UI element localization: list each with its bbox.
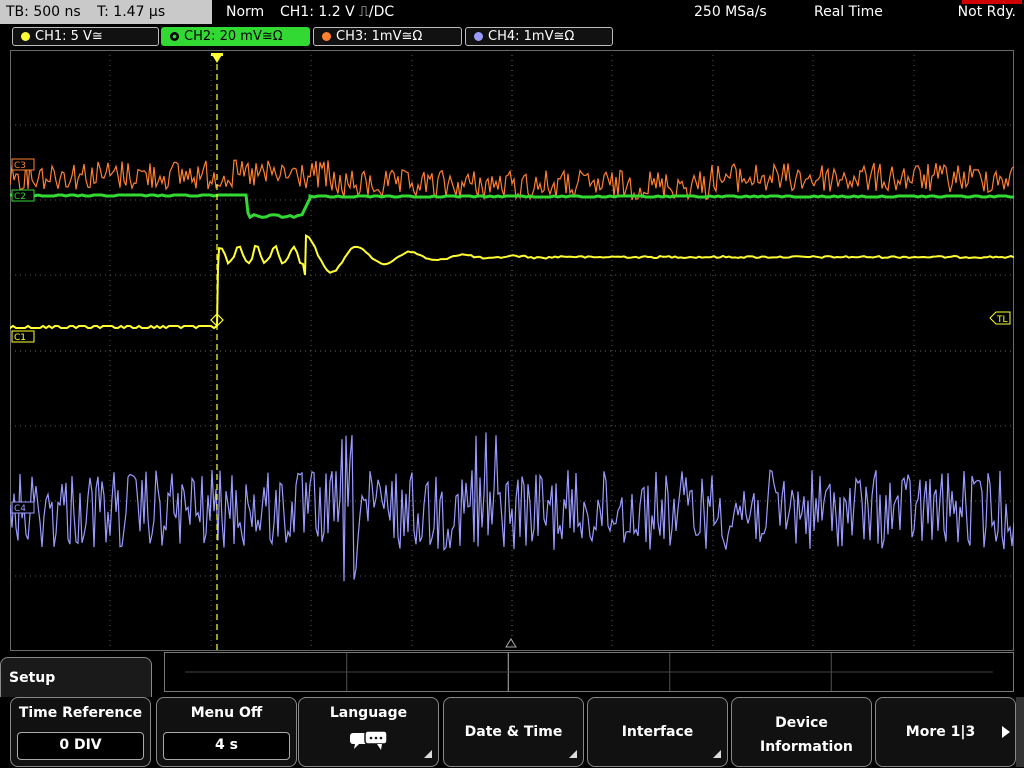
channel-tab-3[interactable]: CH3: 1mV≅Ω (313, 27, 462, 46)
channel-tab-2[interactable]: CH2: 20 mV≅Ω (161, 27, 310, 46)
device-information-label: Device Information (760, 715, 853, 755)
channel-2-dot-icon (170, 32, 179, 41)
language-softkey[interactable]: Language (298, 697, 439, 767)
channel-1-marker: C1 (11, 330, 35, 343)
svg-text:C3: C3 (14, 161, 26, 171)
menu-title-label: Setup (9, 670, 56, 686)
menu-title: Setup (0, 657, 152, 697)
svg-text:C1: C1 (14, 333, 26, 343)
status-bar: Norm CH1: 1.2 V ⎍/DC 250 MSa/s Real Time… (214, 0, 1024, 24)
waveform-display[interactable]: C3 C2 C1 C4 TL (10, 50, 1014, 651)
language-label: Language (329, 705, 408, 721)
channel-2-label: CH2: 20 mV≅Ω (184, 29, 283, 44)
next-page-icon (1002, 726, 1010, 738)
time-reference-label: Time Reference (18, 705, 143, 721)
channel-tab-4[interactable]: CH4: 1mV≅Ω (465, 27, 613, 46)
trigger-source[interactable]: CH1: 1.2 V ⎍/DC (280, 0, 394, 24)
channel-3-marker: C3 (11, 158, 35, 171)
softkey-scrollbar[interactable] (1016, 697, 1024, 767)
svg-text:C4: C4 (14, 504, 26, 514)
menu-off-value: 4 s (163, 732, 290, 760)
channel-3-dot-icon (322, 32, 331, 41)
date-time-softkey[interactable]: Date & Time (443, 697, 584, 767)
channel-2-marker: C2 (11, 189, 35, 202)
submenu-corner-icon (713, 750, 721, 758)
more-softkey[interactable]: More 1|3 (875, 697, 1016, 767)
submenu-corner-icon (424, 750, 432, 758)
speech-bubbles-icon (350, 730, 388, 750)
timebase-panel[interactable]: TB: 500 ns T: 1.47 µs (0, 0, 212, 24)
channel-1-label: CH1: 5 V≅ (35, 29, 103, 44)
trigger-time-value: T: 1.47 µs (97, 4, 166, 20)
time-reference-value: 0 DIV (17, 732, 144, 760)
svg-text:TL: TL (996, 315, 1008, 325)
trigger-mode[interactable]: Norm (226, 0, 264, 24)
overview-panel (164, 652, 1014, 692)
channel-4-dot-icon (474, 32, 483, 41)
svg-text:C2: C2 (14, 192, 26, 202)
timebase-value: TB: 500 ns (6, 4, 81, 20)
channel-4-marker: C4 (11, 501, 35, 514)
acquisition-mode[interactable]: Real Time (814, 0, 883, 24)
device-information-softkey[interactable]: Device Information (731, 697, 872, 767)
sample-rate[interactable]: 250 MSa/s (694, 0, 767, 24)
more-label: More 1|3 (905, 724, 976, 740)
channel-1-dot-icon (21, 32, 30, 41)
channel-tab-1[interactable]: CH1: 5 V≅ (12, 27, 159, 46)
channel-4-label: CH4: 1mV≅Ω (488, 29, 575, 44)
date-time-label: Date & Time (464, 724, 563, 740)
interface-label: Interface (621, 724, 694, 740)
interface-softkey[interactable]: Interface (587, 697, 728, 767)
menu-off-label: Menu Off (190, 705, 263, 721)
channel-3-label: CH3: 1mV≅Ω (336, 29, 423, 44)
submenu-corner-icon (569, 750, 577, 758)
ready-indicator (962, 0, 1022, 4)
time-reference-softkey[interactable]: Time Reference 0 DIV (10, 697, 151, 767)
menu-off-softkey[interactable]: Menu Off 4 s (156, 697, 297, 767)
